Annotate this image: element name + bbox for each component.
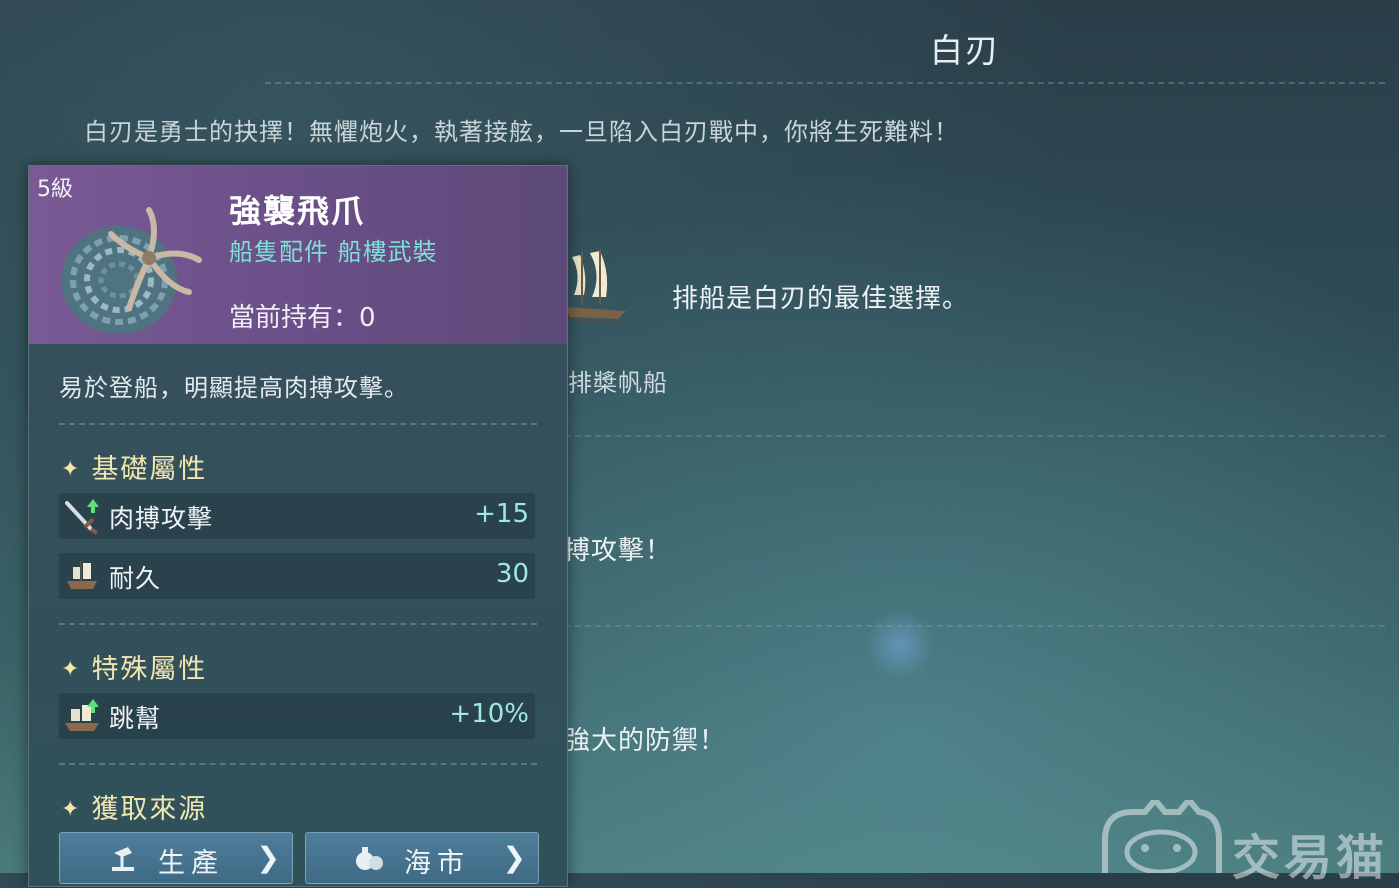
row-divider	[565, 435, 1385, 437]
panel-divider	[59, 423, 537, 425]
owned-label: 當前持有：	[229, 303, 360, 333]
panel-divider	[59, 763, 537, 765]
item-description: 易於登船，明顯提高肉搏攻擊。	[59, 374, 409, 402]
item-tooltip-panel: 5級 強襲飛爪 船隻配件 船樓武裝 當前持有：0 易於登船，明顯提高肉搏攻擊。 …	[28, 165, 568, 887]
item-type: 船隻配件 船樓武裝	[229, 238, 438, 266]
light-glow	[865, 610, 935, 680]
page-title: 白刃	[930, 31, 1000, 70]
button-label: 海市	[404, 848, 470, 879]
chevron-right-icon: ❯	[256, 841, 280, 874]
sword-icon	[65, 499, 99, 535]
stat-value: +15	[474, 499, 529, 529]
stat-label: 跳幫	[109, 704, 162, 733]
star-icon: ✦	[61, 457, 82, 482]
owned-value: 0	[359, 303, 376, 333]
stat-row-boarding: 跳幫 +10%	[59, 693, 535, 739]
sea-market-icon	[356, 847, 383, 870]
section-acquisition-source: ✦ 獲取來源	[61, 787, 207, 826]
galley-ship-icon	[564, 249, 626, 324]
item-name: 強襲飛爪	[229, 192, 366, 230]
section-title-label: 獲取來源	[91, 794, 208, 825]
stat-value: 30	[495, 559, 529, 589]
chevron-right-icon: ❯	[502, 841, 526, 874]
boarding-ship-icon	[65, 699, 99, 731]
row-divider	[565, 625, 1385, 627]
title-divider	[265, 82, 1385, 84]
ship-hull-icon	[67, 561, 97, 589]
source-sea-market-button[interactable]: 海市 ❯	[305, 832, 539, 884]
section-title-label: 特殊屬性	[91, 654, 208, 685]
stat-value: +10%	[449, 699, 529, 729]
panel-divider	[59, 623, 537, 625]
section-title-label: 基礎屬性	[91, 454, 208, 485]
production-icon	[112, 847, 134, 871]
watermark-text: 交易猫	[1232, 830, 1389, 886]
section-special-attributes: ✦ 特殊屬性	[61, 647, 207, 686]
background-text-line: 搏攻擊！	[564, 536, 673, 566]
owned-count: 當前持有：0	[229, 297, 376, 334]
star-icon: ✦	[61, 657, 82, 682]
ship-recommendation: 排船是白刃的最佳選擇。	[672, 284, 970, 314]
item-header: 5級 強襲飛爪 船隻配件 船樓武裝 當前持有：0	[29, 166, 567, 344]
button-label: 生產	[158, 848, 224, 879]
ship-name: 排槳帆船	[568, 369, 668, 397]
grappling-hook-icon	[61, 207, 202, 334]
stat-label: 耐久	[109, 564, 162, 593]
source-production-button[interactable]: 生產 ❯	[59, 832, 293, 884]
page-description: 白刃是勇士的抉擇！無懼炮火，執著接舷，一旦陷入白刃戰中，你將生死難料！	[84, 118, 959, 146]
stat-label: 肉搏攻擊	[109, 504, 214, 533]
stat-row-melee-attack: 肉搏攻擊 +15	[59, 493, 535, 539]
stat-row-durability: 耐久 30	[59, 553, 535, 599]
star-icon: ✦	[61, 797, 82, 822]
background-text-line: 強大的防禦！	[564, 726, 727, 756]
section-basic-attributes: ✦ 基礎屬性	[61, 447, 207, 486]
